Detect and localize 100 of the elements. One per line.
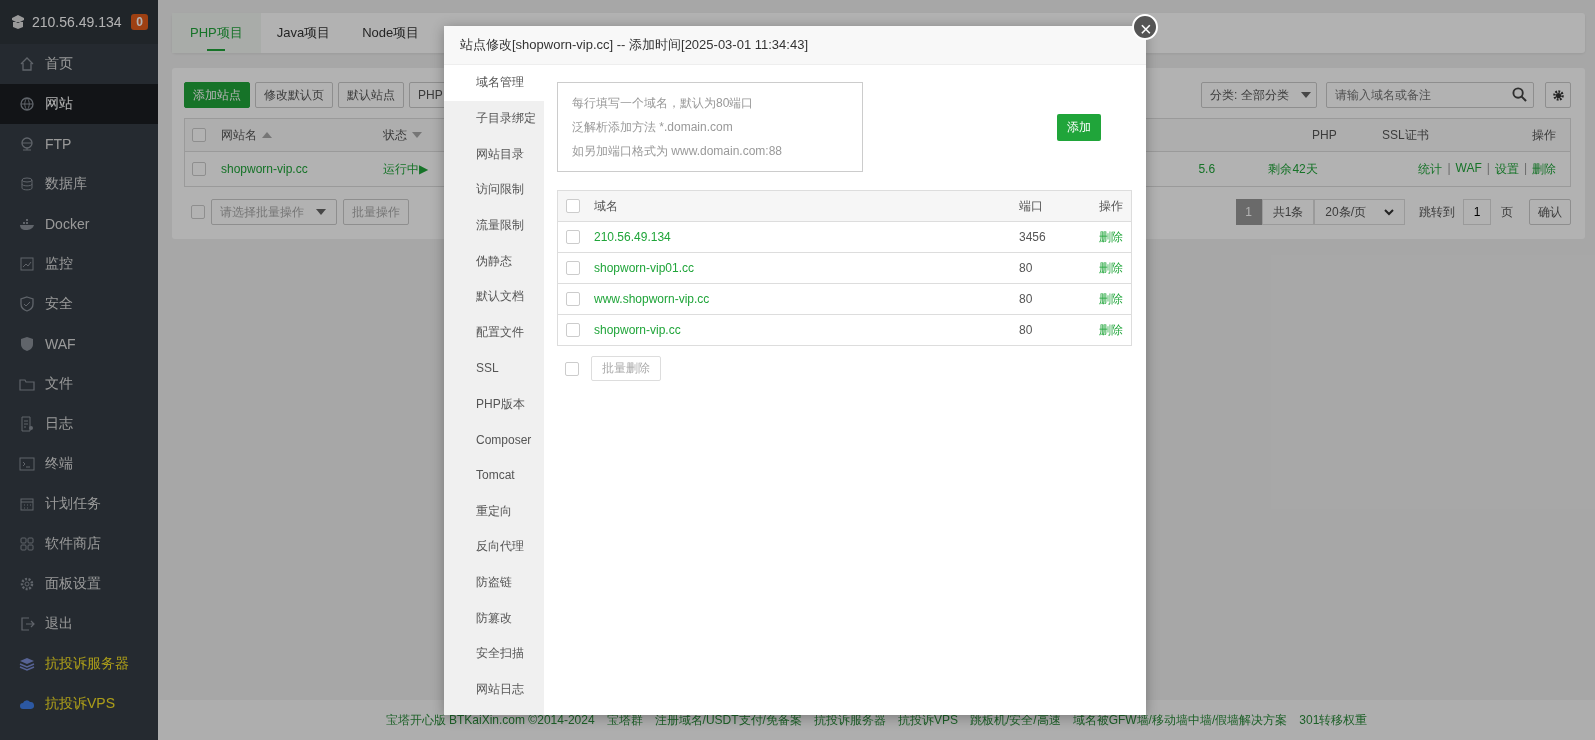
- domain-link[interactable]: shopworn-vip.cc: [594, 323, 1019, 337]
- action-link[interactable]: 设置: [1494, 160, 1519, 178]
- delete-link[interactable]: 删除: [1083, 290, 1123, 308]
- settings-button[interactable]: [1545, 82, 1571, 108]
- checkbox[interactable]: [192, 162, 206, 176]
- checkbox[interactable]: [566, 230, 580, 244]
- page-size-select[interactable]: 20条/页: [1314, 199, 1405, 225]
- domain-link[interactable]: shopworn-vip01.cc: [594, 261, 1019, 275]
- sidebar-item[interactable]: 安全: [0, 284, 158, 324]
- checkbox[interactable]: [566, 323, 580, 337]
- nav-item[interactable]: 访问限制: [444, 172, 544, 208]
- nav-item[interactable]: PHP版本: [444, 386, 544, 422]
- column-header[interactable]: SSL证书: [1382, 126, 1532, 144]
- footer-link[interactable]: 跳板机/安全/高速: [969, 711, 1061, 729]
- toolbar-button[interactable]: 默认站点: [338, 82, 404, 108]
- sidebar-item[interactable]: 抗投诉VPS: [0, 684, 158, 724]
- sidebar-item[interactable]: 文件: [0, 364, 158, 404]
- delete-link[interactable]: 删除: [1083, 259, 1123, 277]
- shield-icon: [19, 336, 35, 352]
- nav-item[interactable]: 默认文档: [444, 279, 544, 315]
- footer-link[interactable]: 域名被GFW墙/移动墙中墙/假墙解决方案: [1072, 711, 1288, 729]
- confirm-button[interactable]: 确认: [1529, 199, 1571, 225]
- settings-icon: [1551, 88, 1565, 102]
- action-link[interactable]: 删除: [1532, 160, 1556, 178]
- nav-item[interactable]: 伪静态: [444, 243, 544, 280]
- chart-square-icon: [19, 256, 35, 272]
- nav-item[interactable]: 防篡改: [444, 600, 544, 636]
- project-tab[interactable]: PHP项目: [172, 13, 261, 53]
- globe-icon: [19, 96, 35, 112]
- checkbox[interactable]: [566, 261, 580, 275]
- nav-item[interactable]: 流量限制: [444, 207, 544, 244]
- server-address: 210.56.49.134: [32, 14, 123, 30]
- whale-icon: [19, 216, 35, 232]
- globe-stand-icon: [19, 136, 35, 152]
- sort-down-icon[interactable]: [412, 132, 422, 138]
- sort-up-icon[interactable]: [262, 132, 272, 138]
- sidebar-item[interactable]: 数据库: [0, 164, 158, 204]
- delete-link[interactable]: 删除: [1083, 228, 1123, 246]
- sidebar-item[interactable]: 网站: [0, 84, 158, 124]
- sidebar-item[interactable]: 计划任务: [0, 484, 158, 524]
- project-tab[interactable]: Java项目: [260, 13, 347, 53]
- placeholder-text: 泛解析添加方法 *.domain.com: [572, 119, 734, 136]
- php-version-link[interactable]: 5.6: [1198, 162, 1269, 176]
- nav-item[interactable]: 网站日志: [444, 671, 544, 708]
- nav-item[interactable]: Composer: [444, 421, 544, 458]
- sidebar-item[interactable]: 日志: [0, 404, 158, 444]
- column-header[interactable]: 网站名: [221, 126, 383, 144]
- nav-item[interactable]: Tomcat: [444, 457, 544, 494]
- nav-item[interactable]: SSL: [444, 350, 544, 387]
- project-tab[interactable]: Node项目: [346, 13, 436, 53]
- grid-icon: [19, 536, 35, 552]
- sidebar-item[interactable]: 软件商店: [0, 524, 158, 564]
- sidebar-item[interactable]: WAF: [0, 324, 158, 364]
- checkbox[interactable]: [192, 128, 206, 142]
- separator: |: [1447, 160, 1451, 177]
- checkbox[interactable]: [191, 205, 205, 219]
- footer-link[interactable]: 301转移权重: [1299, 711, 1368, 729]
- notification-count[interactable]: 0: [131, 14, 148, 30]
- add-site-button[interactable]: 添加站点: [184, 82, 250, 108]
- action-link[interactable]: 统计: [1418, 160, 1443, 178]
- add-button[interactable]: 添加: [1057, 113, 1101, 141]
- domain-input[interactable]: [557, 82, 863, 172]
- search-field[interactable]: 请输入域名或备注: [1326, 82, 1534, 108]
- footer-link[interactable]: 注册域名/USDT支付/免备案: [654, 711, 802, 729]
- search-icon[interactable]: [1512, 87, 1527, 102]
- column-header[interactable]: 操作: [1532, 126, 1556, 144]
- toolbar-button[interactable]: 修改默认页: [255, 82, 333, 108]
- separator: |: [1486, 160, 1490, 177]
- checkbox[interactable]: [565, 361, 579, 376]
- sidebar-item[interactable]: FTP: [0, 124, 158, 164]
- sidebar-item[interactable]: Docker: [0, 204, 158, 244]
- document-icon: [19, 416, 35, 432]
- nav-item[interactable]: 反向代理: [444, 528, 544, 565]
- sidebar-item[interactable]: 监控: [0, 244, 158, 284]
- nav-item[interactable]: 安全扫描: [444, 636, 544, 672]
- domain-link[interactable]: www.shopworn-vip.cc: [594, 292, 1019, 306]
- sidebar-item[interactable]: 首页: [0, 44, 158, 84]
- site-name-link[interactable]: shopworn-vip.cc: [221, 162, 383, 176]
- nav-item[interactable]: 域名管理: [444, 65, 544, 101]
- column-header[interactable]: PHP: [1312, 128, 1382, 142]
- checkbox[interactable]: [566, 199, 580, 213]
- checkbox[interactable]: [566, 292, 580, 306]
- nav-item[interactable]: 防盗链: [444, 564, 544, 601]
- nav-item[interactable]: 配置文件: [444, 314, 544, 351]
- placeholder-text: 如另加端口格式为 www.domain.com:88: [572, 143, 783, 160]
- copyright-text: 宝塔开心版 BTKaiXin.com ©2014-2024: [385, 711, 595, 729]
- column-header: 操作: [1098, 197, 1123, 215]
- sidebar-item[interactable]: 退出: [0, 604, 158, 644]
- page-input[interactable]: 1: [1463, 199, 1491, 225]
- domain-link[interactable]: 210.56.49.134: [594, 230, 1019, 244]
- nav-item[interactable]: 重定向: [444, 493, 544, 529]
- delete-link[interactable]: 删除: [1083, 321, 1123, 339]
- sidebar-item[interactable]: 面板设置: [0, 564, 158, 604]
- sidebar-item[interactable]: 终端: [0, 444, 158, 484]
- sidebar-item[interactable]: 抗投诉服务器: [0, 644, 158, 684]
- category-select[interactable]: 分类: 全部分类: [1201, 82, 1317, 108]
- page-unit: 页: [1501, 203, 1513, 221]
- ssl-status-link[interactable]: 剩余42天: [1268, 160, 1419, 178]
- column-header: 端口: [1019, 197, 1044, 215]
- action-link[interactable]: WAF: [1455, 160, 1482, 178]
